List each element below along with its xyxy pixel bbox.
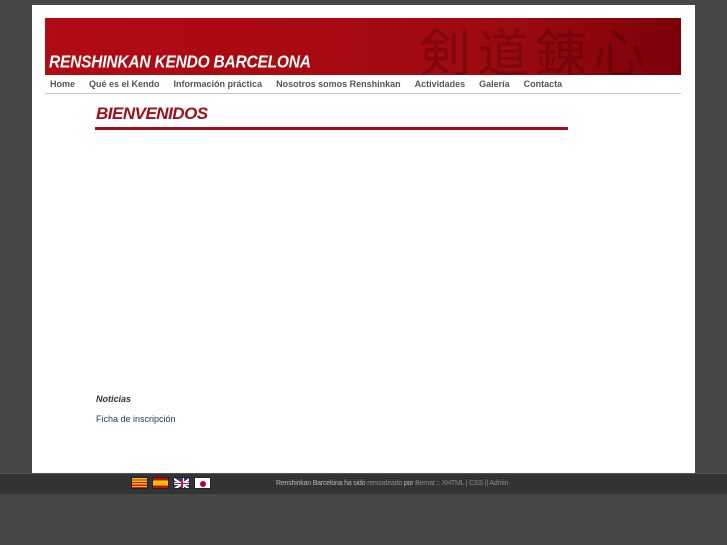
nav-item-actividades[interactable]: Actividades: [408, 79, 473, 89]
flag-uk-icon[interactable]: [173, 477, 190, 489]
footer-bar: Renshinkan Barcelona ha sido rencodeado …: [0, 473, 727, 494]
credits-recoded-link[interactable]: rencodeado: [367, 480, 402, 487]
page-title: BIENVENIDOS: [96, 104, 208, 123]
nav-item-contacta[interactable]: Contacta: [517, 79, 570, 89]
credits-sep-2: |: [465, 480, 468, 487]
credits-author-link[interactable]: Bernat: [415, 480, 435, 487]
credits-text: Renshinkan Barcelona ha sido: [276, 480, 366, 487]
news-heading: Noticias: [96, 394, 132, 404]
credits-sep-1: ::: [436, 480, 440, 487]
nav-item-nosotros[interactable]: Nosotros somos Renshinkan: [269, 79, 408, 89]
nav-item-galeria[interactable]: Galería: [472, 79, 517, 89]
flag-catalan-icon[interactable]: [131, 477, 148, 489]
registration-form-link[interactable]: Ficha de inscripción: [96, 414, 176, 424]
main-nav: Home Qué es el Kendo Información práctic…: [45, 75, 681, 94]
title-underline: [95, 127, 568, 130]
site-title[interactable]: RENSHINKAN KENDO BARCELONA: [49, 52, 311, 73]
credits-by: por: [403, 480, 414, 487]
header-banner: 剣道錬心 RENSHINKAN KENDO BARCELONA: [45, 18, 681, 75]
nav-item-informacion-practica[interactable]: Información práctica: [167, 79, 270, 89]
flag-japan-icon[interactable]: [194, 477, 211, 489]
footer-credits: Renshinkan Barcelona ha sido rencodeado …: [276, 480, 508, 487]
nav-item-que-es-el-kendo[interactable]: Qué es el Kendo: [82, 79, 167, 89]
nav-item-home[interactable]: Home: [45, 79, 82, 89]
admin-link[interactable]: Admin: [489, 480, 508, 487]
css-link[interactable]: CSS: [469, 480, 483, 487]
xhtml-link[interactable]: XHTML: [442, 480, 465, 487]
flag-spain-icon[interactable]: [152, 477, 169, 489]
banner-kanji: 剣道錬心: [418, 25, 651, 75]
page-container: 剣道錬心 RENSHINKAN KENDO BARCELONA Home Qué…: [32, 5, 695, 473]
credits-sep-3: ||: [484, 480, 488, 487]
